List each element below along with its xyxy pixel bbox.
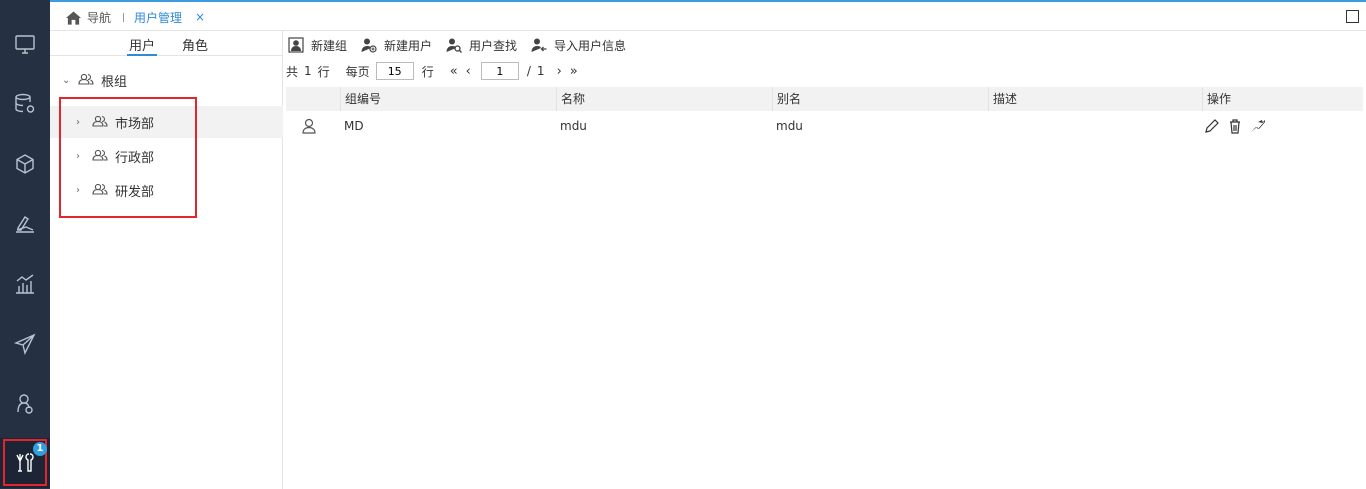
tree-node-label: 根组 (101, 74, 128, 90)
toolbar: 新建组 新建用户 用户查找 导入用户信息 (288, 36, 640, 54)
new-user-button[interactable]: 新建用户 (361, 37, 432, 54)
tree-node-market[interactable]: › 市场部 (50, 106, 283, 138)
current-page-input[interactable] (480, 62, 519, 80)
tree-node-rnd[interactable]: › 研发部 (50, 174, 283, 206)
first-page-icon[interactable]: « (450, 64, 458, 79)
rail-item-reports[interactable] (0, 259, 50, 309)
next-page-icon[interactable]: › (557, 64, 562, 79)
layers-edit-icon (16, 216, 34, 233)
tree-node-label: 市场部 (115, 116, 155, 132)
add-user-icon (361, 38, 377, 53)
move-icon[interactable] (1250, 118, 1266, 134)
pager: 共 1 行 每页 行 « ‹ / 1 › » (286, 61, 586, 81)
tab-close-icon[interactable]: × (195, 10, 205, 24)
page-separator: / (526, 64, 531, 78)
tree-subtabs: 用户 角色 (50, 31, 283, 56)
import-user-icon (531, 38, 547, 52)
tree-node-admin[interactable]: › 行政部 (50, 140, 283, 172)
cell-desc (988, 113, 1204, 139)
column-header[interactable]: 描述 (988, 87, 1204, 111)
new-group-icon (288, 37, 304, 53)
import-users-button[interactable]: 导入用户信息 (531, 37, 626, 54)
app-window: 1 导航 用户管理 × 用户 角色 ⌄ 根组 › 市场部 › 行政部 › 研发部… (0, 0, 1366, 489)
tree-node-label: 行政部 (115, 150, 155, 166)
find-user-button[interactable]: 用户查找 (446, 37, 517, 54)
person-gear-icon (17, 394, 33, 414)
table-row[interactable]: MD mdu mdu (286, 113, 1363, 139)
subtab-users[interactable]: 用户 (127, 35, 157, 56)
new-user-label: 新建用户 (384, 38, 433, 53)
total-prefix: 共 (286, 64, 299, 79)
tab-home[interactable]: 导航 (66, 9, 111, 26)
prev-page-icon[interactable]: ‹ (466, 64, 471, 79)
tab-separator (123, 13, 124, 22)
group-tree-panel: 用户 角色 ⌄ 根组 › 市场部 › 行政部 › 研发部 (50, 31, 283, 489)
left-nav-rail: 1 (0, 0, 50, 489)
trash-icon[interactable] (1227, 118, 1243, 134)
rail-item-resource[interactable] (0, 139, 50, 189)
chevron-down-icon[interactable]: ⌄ (62, 75, 72, 86)
bar-chart-icon (16, 274, 34, 294)
cell-alias: mdu (776, 119, 803, 133)
per-page-unit: 行 (421, 64, 434, 79)
tab-user-management[interactable]: 用户管理 (134, 9, 182, 26)
rows-unit: 行 (317, 64, 330, 79)
import-users-label: 导入用户信息 (554, 38, 627, 53)
rail-item-user-settings[interactable] (0, 379, 50, 429)
tab-home-label: 导航 (87, 11, 112, 25)
paper-plane-icon (13, 333, 36, 356)
last-page-icon[interactable]: » (570, 64, 578, 79)
per-page-label: 每页 (345, 64, 370, 79)
group-icon (92, 115, 108, 130)
home-icon (66, 10, 81, 25)
new-group-button[interactable]: 新建组 (288, 37, 347, 54)
rail-item-analysis[interactable] (0, 199, 50, 249)
column-header[interactable]: 组编号 (340, 87, 556, 111)
rail-item-monitor[interactable] (0, 19, 50, 69)
cell-group-no: MD (344, 119, 364, 133)
row-actions (1202, 113, 1363, 139)
user-icon (302, 113, 332, 139)
per-page-input[interactable] (375, 62, 414, 80)
cell-name: mdu (560, 119, 587, 133)
rail-item-publish[interactable] (0, 319, 50, 369)
tree-node-label: 研发部 (115, 184, 155, 200)
cube-icon (16, 154, 34, 174)
edit-icon[interactable] (1204, 118, 1220, 134)
chevron-right-icon[interactable]: › (76, 185, 86, 196)
group-icon (92, 149, 108, 164)
tab-bar: 导航 用户管理 × (50, 0, 1366, 31)
rail-item-system-tools[interactable]: 1 (0, 438, 50, 488)
database-gear-icon (15, 93, 35, 113)
new-group-label: 新建组 (311, 38, 348, 53)
column-header[interactable]: 操作 (1202, 87, 1363, 111)
chevron-right-icon[interactable]: › (76, 151, 86, 162)
total-pages: 1 (536, 64, 545, 78)
subtab-roles[interactable]: 角色 (182, 35, 208, 54)
table-header: 组编号 名称 别名 描述 操作 (286, 87, 1363, 111)
find-user-label: 用户查找 (469, 38, 518, 53)
notification-badge: 1 (33, 442, 47, 456)
search-user-icon (446, 38, 463, 53)
maximize-icon[interactable] (1346, 10, 1359, 23)
tree-node-root[interactable]: ⌄ 根组 (50, 64, 283, 96)
total-rows: 1 (304, 64, 312, 78)
column-header[interactable]: 别名 (772, 87, 988, 111)
group-icon (78, 73, 94, 88)
column-header[interactable]: 名称 (556, 87, 772, 111)
monitor-icon (15, 35, 35, 54)
rail-item-data-source[interactable] (0, 79, 50, 129)
group-icon (92, 183, 108, 198)
chevron-right-icon[interactable]: › (76, 117, 86, 128)
